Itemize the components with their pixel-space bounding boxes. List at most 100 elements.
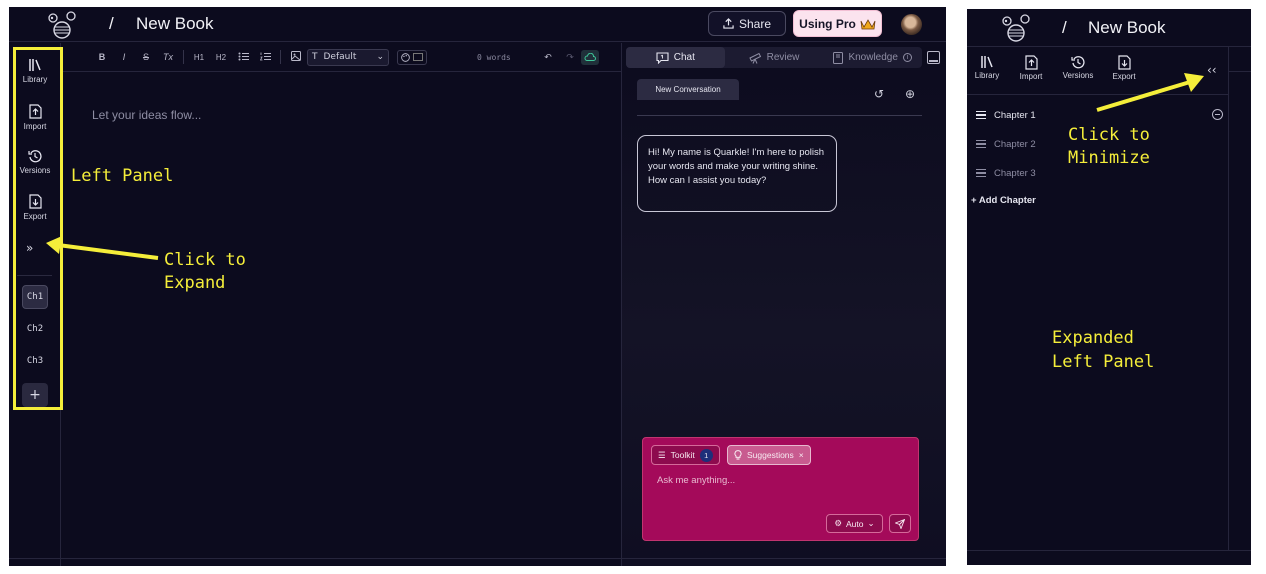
history-icon <box>1071 56 1085 69</box>
panel-import-button[interactable]: Import <box>1011 55 1051 81</box>
redo-button[interactable]: ↷ <box>559 52 581 63</box>
chat-composer: ☰ Toolkit 1 Suggestions × Ask me anythin… <box>642 437 919 541</box>
expand-arrow-annotation <box>46 236 159 260</box>
gear-icon: ⚙ <box>834 518 842 528</box>
library-icon <box>981 56 993 68</box>
bullet-list-icon <box>238 52 249 60</box>
model-select-label: Auto <box>846 518 864 529</box>
click-minimize-annotation-line1: Click to <box>1068 125 1150 145</box>
chevron-down-icon: ⌄ <box>867 518 875 528</box>
suggestions-label: Suggestions <box>747 450 794 460</box>
panel-import-label: Import <box>1019 72 1043 81</box>
chat-panel: Chat Review Knowledge i New Conversation… <box>621 43 946 566</box>
breadcrumb-separator: / <box>109 14 114 33</box>
editor-placeholder[interactable]: Let your ideas flow... <box>92 108 201 122</box>
tab-chat[interactable]: Chat <box>626 47 725 68</box>
user-avatar[interactable] <box>901 14 922 35</box>
palette-icon <box>401 52 410 62</box>
tab-chat-label: Chat <box>673 52 695 63</box>
share-button[interactable]: Share <box>708 11 786 36</box>
close-icon[interactable]: × <box>799 450 804 460</box>
chapter-2-item[interactable]: Chapter 2 <box>976 137 1036 151</box>
text-style-value: Default <box>323 52 357 62</box>
drag-handle-icon[interactable] <box>976 140 986 148</box>
panel-versions-button[interactable]: Versions <box>1058 55 1098 80</box>
panel-border <box>1228 47 1229 551</box>
expanded-panel-annotation-line1: Expanded <box>1052 328 1134 348</box>
collapse-panel-button[interactable]: ‹‹ <box>1207 63 1217 77</box>
toolkit-chip[interactable]: ☰ Toolkit 1 <box>651 445 720 465</box>
toggle-panel-icon[interactable] <box>927 51 940 64</box>
suggestions-chip[interactable]: Suggestions × <box>727 445 811 465</box>
text-color-picker[interactable] <box>397 49 427 65</box>
remove-chapter-icon[interactable] <box>1212 109 1223 120</box>
pro-plan-button[interactable]: Using Pro <box>793 10 882 37</box>
collapsed-editor-screenshot: / New Book Share Using Pro Library Impor… <box>9 7 946 566</box>
chat-input[interactable]: Ask me anything... <box>657 475 735 486</box>
click-expand-annotation-line1: Click to <box>164 250 246 270</box>
model-select-button[interactable]: ⚙ Auto ⌄ <box>826 514 883 533</box>
send-button[interactable] <box>889 514 911 533</box>
bottom-border <box>967 550 1251 551</box>
tab-review[interactable]: Review <box>725 47 824 68</box>
conversation-divider <box>637 115 922 116</box>
lightbulb-icon <box>734 450 742 460</box>
tab-knowledge-label: Knowledge <box>848 52 898 63</box>
bottom-border <box>9 558 946 559</box>
telescope-icon <box>748 52 761 64</box>
drag-handle-icon[interactable] <box>976 111 986 119</box>
conversation-tab[interactable]: New Conversation <box>637 79 739 100</box>
drag-handle-icon[interactable] <box>976 169 986 177</box>
breadcrumb-separator: / <box>1062 18 1067 37</box>
bold-button[interactable]: B <box>91 52 113 62</box>
tab-knowledge[interactable]: Knowledge i <box>823 47 922 68</box>
panel-versions-label: Versions <box>1062 71 1094 80</box>
share-label: Share <box>738 16 772 31</box>
editor-toolbar-border <box>1229 71 1251 72</box>
chapter-3-item[interactable]: Chapter 3 <box>976 166 1036 180</box>
sliders-icon: ☰ <box>658 449 666 460</box>
italic-button[interactable]: I <box>113 52 135 62</box>
image-icon <box>291 51 301 61</box>
tab-review-label: Review <box>766 52 800 63</box>
upload-icon <box>723 18 734 29</box>
clear-format-button[interactable]: Tx <box>157 52 179 62</box>
text-style-icon: T <box>312 52 318 62</box>
heading-2-button[interactable]: H2 <box>210 53 232 62</box>
chapter-3-label: Chapter 3 <box>994 167 1036 179</box>
import-icon <box>1024 55 1038 70</box>
history-icon[interactable]: ↺ <box>874 87 884 101</box>
heading-1-button[interactable]: H1 <box>188 53 210 62</box>
book-title[interactable]: New Book <box>1088 18 1165 38</box>
bullet-list-button[interactable] <box>232 52 254 63</box>
pro-label: Using Pro <box>799 16 856 31</box>
strike-button[interactable]: S <box>135 52 157 62</box>
numbered-list-button[interactable] <box>254 52 276 63</box>
undo-button[interactable]: ↶ <box>537 52 559 63</box>
assistant-message: Hi! My name is Quarkle! I'm here to poli… <box>637 135 837 212</box>
top-header: / New Book Share Using Pro <box>9 7 946 42</box>
quarkle-logo-icon[interactable] <box>997 13 1031 43</box>
book-icon <box>833 51 844 64</box>
toolbar-divider <box>183 50 184 64</box>
left-panel-annotation: Left Panel <box>71 166 174 186</box>
toolkit-count-badge: 1 <box>699 448 713 462</box>
chapter-1-item[interactable]: Chapter 1 <box>976 108 1036 122</box>
numbered-list-icon <box>259 52 271 60</box>
text-style-select[interactable]: T Default ⌄ <box>307 48 389 66</box>
panel-library-button[interactable]: Library <box>967 55 1007 80</box>
book-title[interactable]: New Book <box>136 14 213 34</box>
chat-icon <box>656 51 669 64</box>
new-chat-icon[interactable]: ⊕ <box>905 87 915 101</box>
chevron-down-icon: ⌄ <box>376 52 384 62</box>
add-chapter-button[interactable]: + Add Chapter <box>971 195 1036 206</box>
toolkit-label: Toolkit <box>670 450 695 460</box>
send-icon <box>895 518 905 529</box>
insert-image-button[interactable] <box>285 51 307 63</box>
color-swatch <box>413 53 423 61</box>
click-minimize-annotation-line2: Minimize <box>1068 148 1150 168</box>
chapter-2-label: Chapter 2 <box>994 138 1036 150</box>
info-icon[interactable]: i <box>902 53 912 62</box>
quarkle-logo-icon[interactable] <box>43 10 77 40</box>
left-panel-highlight <box>13 47 63 410</box>
